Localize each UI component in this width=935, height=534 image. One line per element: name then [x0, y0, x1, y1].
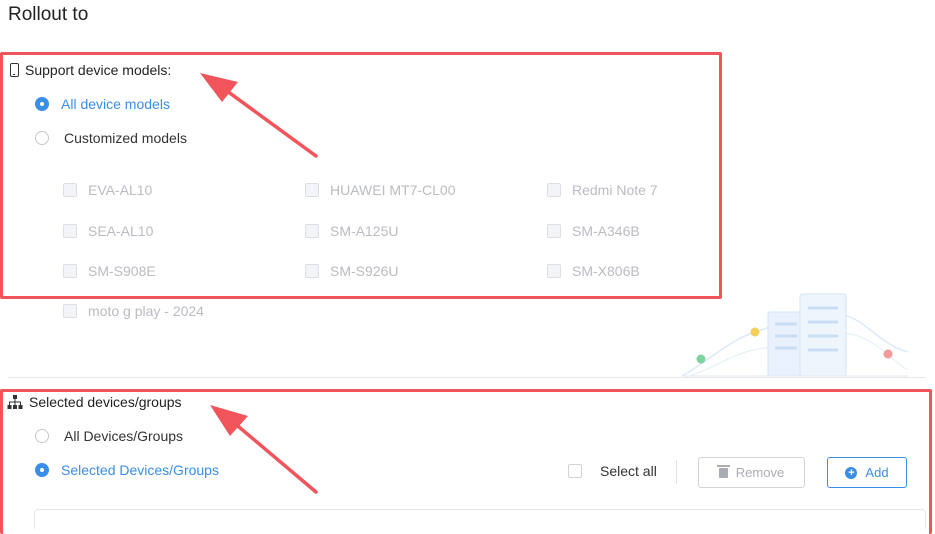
model-checkbox-moto-g-play-2024[interactable]: moto g play - 2024 [63, 303, 204, 319]
model-label: moto g play - 2024 [88, 303, 204, 319]
annotation-arrow-icon [200, 73, 318, 158]
page-title: Rollout to [8, 4, 89, 25]
section-divider [8, 377, 926, 378]
annotation-arrow-icon [210, 405, 318, 494]
highlight-box-devices-groups [0, 389, 932, 534]
highlight-box-device-models [0, 52, 722, 299]
checkbox[interactable] [63, 304, 77, 318]
server-illustration [681, 293, 909, 377]
